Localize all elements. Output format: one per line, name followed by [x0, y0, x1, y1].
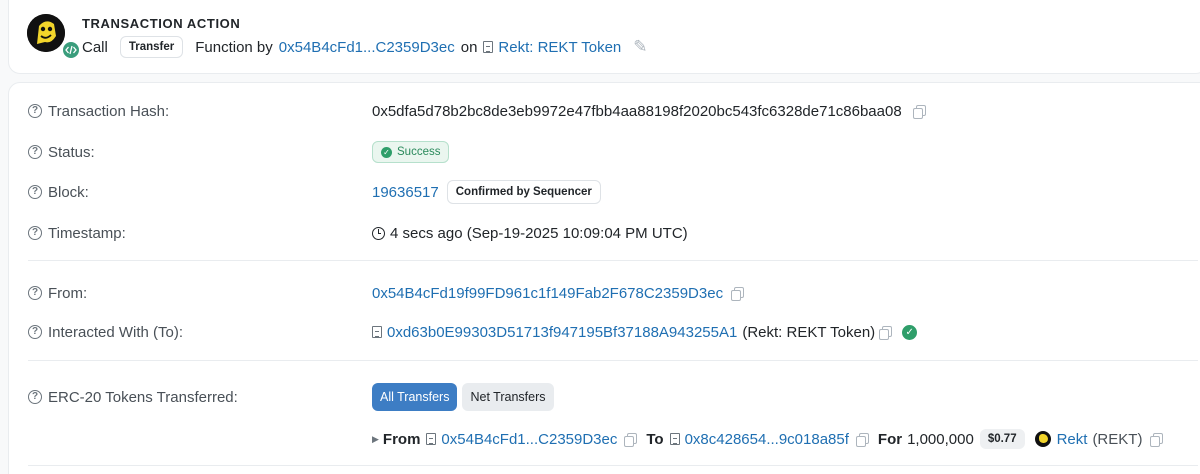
timestamp-value: 4 secs ago (Sep-19-2025 10:09:04 PM UTC)	[390, 224, 688, 242]
clock-icon	[372, 226, 385, 240]
help-icon[interactable]: ?	[28, 226, 42, 240]
token-name-link[interactable]: Rekt	[1057, 431, 1088, 448]
method-badge: Transfer	[119, 36, 184, 58]
transaction-action-card: TRANSACTION ACTION Call Transfer Functio…	[8, 0, 1200, 74]
block-number-link[interactable]: 19636517	[372, 184, 439, 201]
token-transfer-item: ▶ From 0x54B4cFd1...C2359D3ec To 0x8c428…	[372, 427, 1172, 451]
token-contract-link[interactable]: Rekt: REKT Token	[498, 39, 621, 56]
function-by-label: Function by	[195, 38, 273, 56]
timestamp-label: Timestamp:	[48, 224, 126, 242]
help-icon[interactable]: ?	[28, 145, 42, 159]
help-icon[interactable]: ?	[28, 185, 42, 199]
help-icon[interactable]: ?	[28, 286, 42, 300]
from-row: ? From: 0x54B4cFd19f99FD961c1f149Fab2F678…	[28, 281, 1198, 305]
copy-icon[interactable]	[879, 325, 893, 340]
erc20-label: ERC-20 Tokens Transferred:	[48, 388, 238, 406]
transaction-details-card: ? Transaction Hash: 0x5dfa5d78b2bc8de3eb9…	[8, 82, 1200, 474]
tx-hash-label: Transaction Hash:	[48, 102, 170, 120]
to-word: To	[646, 430, 664, 448]
tx-hash-row: ? Transaction Hash: 0x5dfa5d78b2bc8de3eb9…	[28, 99, 1198, 123]
token-symbol: (REKT)	[1092, 430, 1143, 448]
from-word: From	[382, 430, 421, 448]
from-label: From:	[48, 284, 88, 302]
call-label: Call	[82, 38, 108, 56]
tab-all-transfers[interactable]: All Transfers	[372, 383, 458, 411]
for-word: For	[877, 430, 903, 448]
copy-icon[interactable]	[624, 432, 638, 447]
verified-check-icon: ✓	[902, 324, 918, 340]
copy-icon[interactable]	[912, 104, 926, 119]
copy-icon[interactable]	[855, 432, 869, 447]
action-summary: Call Transfer Function by 0x54B4cFd1...C…	[82, 36, 648, 58]
section-divider	[28, 360, 1198, 361]
to-contract-name: (Rekt: REKT Token)	[742, 323, 876, 341]
tab-net-transfers[interactable]: Net Transfers	[462, 383, 554, 411]
rekt-token-icon	[1034, 431, 1051, 447]
status-label: Status:	[48, 143, 95, 161]
status-row: ? Status: ✓ Success	[28, 140, 1198, 164]
copy-icon[interactable]	[1150, 432, 1164, 447]
contract-doc-icon	[483, 41, 494, 53]
price-badge: $0.77	[979, 429, 1025, 449]
confirmation-badge: Confirmed by Sequencer	[446, 180, 601, 204]
pencil-edit-icon[interactable]: ✎	[633, 37, 647, 57]
from-address-link[interactable]: 0x54B4cFd19f99FD961c1f149Fab2F678C2359D3…	[372, 285, 723, 302]
token-avatar-icon	[27, 14, 65, 52]
contract-doc-icon	[372, 326, 382, 338]
help-icon[interactable]: ?	[28, 104, 42, 118]
to-label: Interacted With (To):	[48, 323, 184, 341]
check-circle-icon: ✓	[381, 146, 392, 158]
contract-doc-icon	[426, 433, 437, 445]
section-divider	[28, 260, 1198, 261]
help-icon[interactable]: ?	[28, 325, 42, 339]
to-address-link[interactable]: 0xd63b0E99303D51713f947195Bf37188A943255…	[387, 324, 737, 341]
on-label: on	[460, 38, 478, 56]
status-value: Success	[397, 146, 441, 158]
erc20-row: ? ERC-20 Tokens Transferred: All Transfer…	[28, 383, 1198, 411]
status-badge: ✓ Success	[372, 141, 450, 163]
transfer-to-link[interactable]: 0x8c428654...9c018a85f	[685, 431, 849, 448]
section-divider	[28, 465, 1198, 466]
contract-doc-icon	[669, 433, 680, 445]
timestamp-row: ? Timestamp: 4 secs ago (Sep-19-2025 10:0…	[28, 221, 1198, 245]
code-badge-icon	[61, 40, 81, 60]
help-icon[interactable]: ?	[28, 390, 42, 404]
block-label: Block:	[48, 183, 89, 201]
caret-right-icon[interactable]: ▶	[372, 434, 379, 445]
block-row: ? Block: 19636517 Confirmed by Sequencer	[28, 180, 1198, 204]
from-address-link[interactable]: 0x54B4cFd1...C2359D3ec	[279, 39, 455, 56]
tx-hash-value: 0x5dfa5d78b2bc8de3eb9972e47fbb4aa88198f2…	[372, 102, 902, 120]
transfer-from-link[interactable]: 0x54B4cFd1...C2359D3ec	[441, 431, 617, 448]
copy-icon[interactable]	[731, 286, 745, 301]
action-title: TRANSACTION ACTION	[82, 16, 241, 31]
interacted-with-row: ? Interacted With (To): 0xd63b0E99303D517…	[28, 320, 1198, 344]
transfer-amount: 1,000,000	[907, 430, 974, 448]
